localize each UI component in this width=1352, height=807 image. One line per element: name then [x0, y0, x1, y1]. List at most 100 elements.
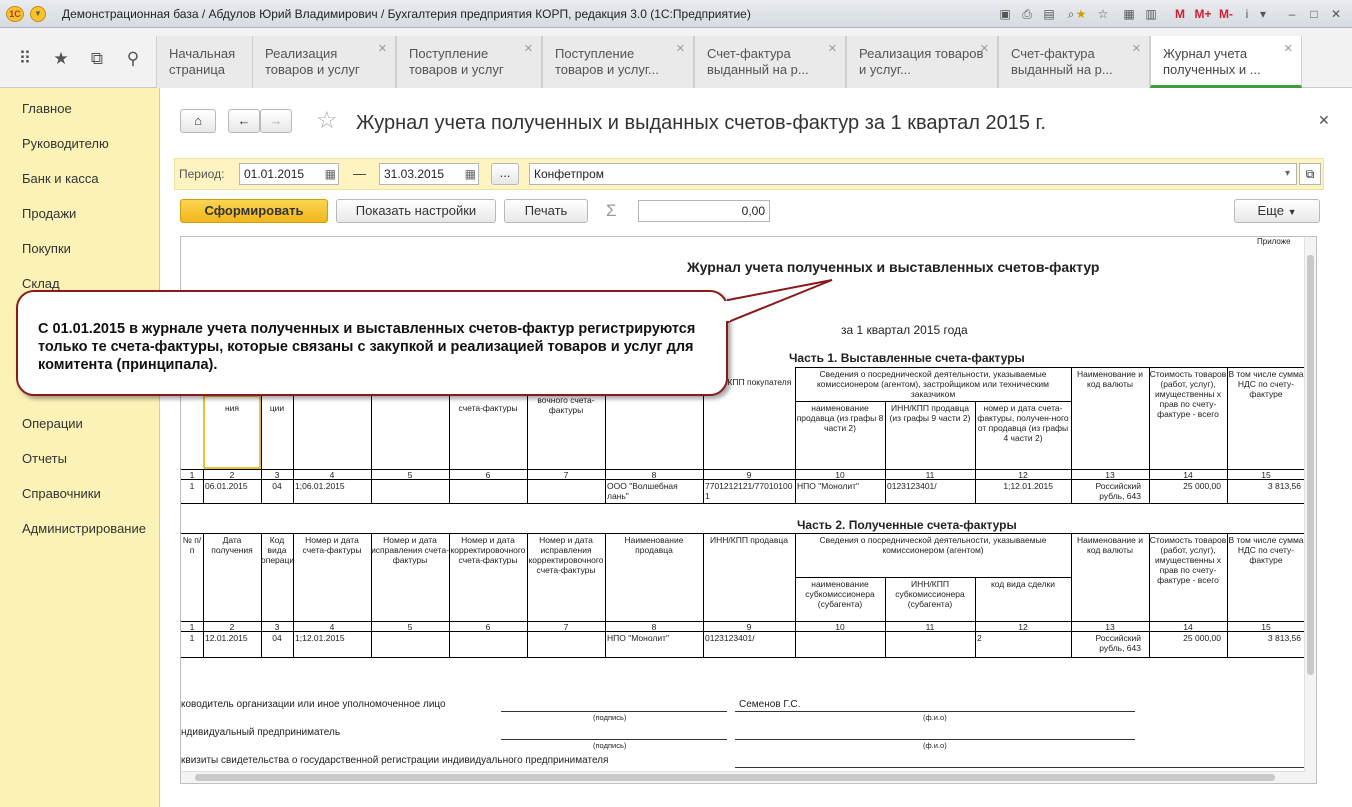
- annotation-callout: С 01.01.2015 в журнале учета полученных …: [16, 290, 728, 396]
- column-number: 2: [229, 622, 235, 632]
- memory-button[interactable]: M: [1172, 5, 1188, 23]
- table-cell: НПО "Монолит": [797, 481, 859, 491]
- column-number: 15: [1261, 470, 1271, 480]
- close-form-icon[interactable]: ✕: [1318, 112, 1330, 129]
- forward-button[interactable]: →: [260, 109, 292, 133]
- header-cell: код вида сделки: [990, 579, 1056, 589]
- memory-plus-button[interactable]: M+: [1192, 5, 1214, 23]
- close-icon[interactable]: ✕: [1284, 41, 1293, 57]
- sidebar-item-sales[interactable]: Продажи: [22, 206, 76, 221]
- header-cell: счета-фактуры: [458, 403, 518, 413]
- more-button[interactable]: Еще ▼: [1234, 199, 1320, 223]
- sum-field: 0,00: [638, 200, 770, 222]
- sidebar-item-warehouse[interactable]: Склад: [22, 276, 60, 291]
- appendix-label: Приложе: [1257, 237, 1291, 246]
- part2-title: Часть 2. Полученные счета-фактуры: [797, 518, 1017, 532]
- table-cell: ООО "Волшебная лань": [607, 481, 678, 501]
- info-icon[interactable]: i: [1240, 5, 1254, 23]
- window-title: Демонстрационная база / Абдулов Юрий Вла…: [62, 7, 751, 21]
- maximize-icon[interactable]: □: [1306, 5, 1322, 23]
- history-icon[interactable]: ⧉: [84, 46, 110, 72]
- report-period: за 1 квартал 2015 года: [841, 323, 968, 337]
- sidebar-item-admin[interactable]: Администрирование: [22, 521, 146, 536]
- scrollbar-thumb[interactable]: [1307, 255, 1314, 675]
- show-settings-button[interactable]: Показать настройки: [336, 199, 496, 223]
- period-select-button[interactable]: ...: [491, 163, 519, 185]
- fio-hint: (ф.и.о): [923, 741, 947, 750]
- star-icon[interactable]: ★: [48, 46, 74, 72]
- search-icon[interactable]: ⚲: [120, 46, 146, 72]
- preview-icon[interactable]: ▤: [1040, 5, 1058, 23]
- header-cell: Сведения о посреднической деятельности, …: [819, 535, 1047, 555]
- header-cell: Номер и дата счета-фактуры: [302, 535, 362, 555]
- tab-journal[interactable]: Журнал учета полученных и ... ✕: [1150, 36, 1302, 88]
- memory-minus-button[interactable]: M-: [1216, 5, 1236, 23]
- generate-button[interactable]: Сформировать: [180, 199, 328, 223]
- head-name: Семенов Г.С.: [739, 699, 801, 710]
- column-number: 8: [651, 622, 657, 632]
- tab-invoice-1[interactable]: Счет-фактура выданный на р... ✕: [694, 36, 846, 88]
- close-icon[interactable]: ✕: [676, 41, 685, 57]
- table-cell: 04: [272, 481, 282, 491]
- organization-field[interactable]: Конфетпром ▾: [529, 163, 1297, 185]
- sum-icon: Σ: [606, 201, 617, 220]
- print-button[interactable]: Печать: [504, 199, 588, 223]
- calendar-icon[interactable]: ▦: [325, 164, 336, 184]
- close-icon[interactable]: ✕: [828, 41, 837, 57]
- table-cell: 1;12.01.2015: [1003, 481, 1053, 491]
- table-cell: 1;06.01.2015: [295, 481, 345, 491]
- column-number: 11: [925, 470, 935, 480]
- table-cell: 2: [977, 633, 982, 643]
- date-from-field[interactable]: 01.01.2015 ▦: [239, 163, 339, 185]
- favorites-icon[interactable]: ☆: [1094, 5, 1112, 23]
- tab-home[interactable]: Начальная страница: [156, 36, 254, 88]
- sidebar-item-directories[interactable]: Справочники: [22, 486, 101, 501]
- header-cell: Наименование продавца: [624, 535, 684, 555]
- sidebar-item-reports[interactable]: Отчеты: [22, 451, 67, 466]
- open-icon[interactable]: ⧉: [1299, 163, 1321, 185]
- sidebar-item-main[interactable]: Главное: [22, 101, 72, 116]
- table-cell: 0123123401/: [705, 633, 755, 643]
- sidebar-item-bank[interactable]: Банк и касса: [22, 171, 99, 186]
- minimize-icon[interactable]: –: [1284, 5, 1300, 23]
- tab-invoice-2[interactable]: Счет-фактура выданный на р... ✕: [998, 36, 1150, 88]
- chevron-down-icon[interactable]: ▾: [1256, 5, 1270, 23]
- back-button[interactable]: ←: [228, 109, 260, 133]
- close-icon[interactable]: ✕: [1132, 41, 1141, 57]
- favorite-star-icon[interactable]: ☆: [316, 108, 338, 134]
- tab-sales-1[interactable]: Реализация товаров и услуг ✕: [252, 36, 396, 88]
- sidebar-item-purchases[interactable]: Покупки: [22, 241, 71, 256]
- calendar-icon[interactable]: ▦: [465, 164, 476, 184]
- home-button[interactable]: ⌂: [180, 109, 216, 133]
- close-icon[interactable]: ✕: [378, 41, 387, 57]
- tab-label: Поступление товаров и услуг...: [555, 46, 659, 77]
- calendar-icon[interactable]: ▥: [1142, 5, 1160, 23]
- chevron-down-icon[interactable]: ▾: [1285, 164, 1290, 184]
- favorites-add-icon[interactable]: ★: [1072, 5, 1090, 23]
- table-cell: 1;12.01.2015: [295, 633, 345, 643]
- close-icon[interactable]: ✕: [524, 41, 533, 57]
- header-cell: Дата получения: [211, 535, 253, 555]
- close-window-icon[interactable]: ✕: [1328, 5, 1344, 23]
- calculator-icon[interactable]: ▦: [1120, 5, 1138, 23]
- column-number: 12: [1018, 622, 1028, 632]
- apps-grid-icon[interactable]: ⠿: [12, 46, 38, 72]
- header-cell: Код вида операции: [261, 535, 293, 565]
- tab-receipt-2[interactable]: Поступление товаров и услуг... ✕: [542, 36, 694, 88]
- sidebar-item-manager[interactable]: Руководителю: [22, 136, 109, 151]
- date-to-field[interactable]: 31.03.2015 ▦: [379, 163, 479, 185]
- save-icon[interactable]: ▣: [996, 5, 1014, 23]
- header-cell: Стоимость товаров (работ, услуг), имущес…: [1149, 535, 1227, 585]
- sidebar-item-operations[interactable]: Операции: [22, 416, 83, 431]
- tab-sales-2[interactable]: Реализация товаров и услуг... ✕: [846, 36, 998, 88]
- tab-label: Реализация товаров и услуг: [265, 46, 360, 77]
- vertical-scrollbar[interactable]: [1304, 237, 1316, 783]
- report-title: Журнал учета полученных и выставленных с…: [687, 259, 1100, 275]
- horizontal-scrollbar[interactable]: [181, 771, 1306, 783]
- scrollbar-thumb[interactable]: [195, 774, 1275, 781]
- main-menu-icon[interactable]: ▼: [30, 6, 46, 22]
- close-icon[interactable]: ✕: [980, 41, 989, 57]
- tab-receipt-1[interactable]: Поступление товаров и услуг ✕: [396, 36, 542, 88]
- report-form: ⌂ ← → ☆ Журнал учета полученных и выданн…: [160, 88, 1352, 807]
- print-icon[interactable]: ⎙: [1018, 5, 1036, 23]
